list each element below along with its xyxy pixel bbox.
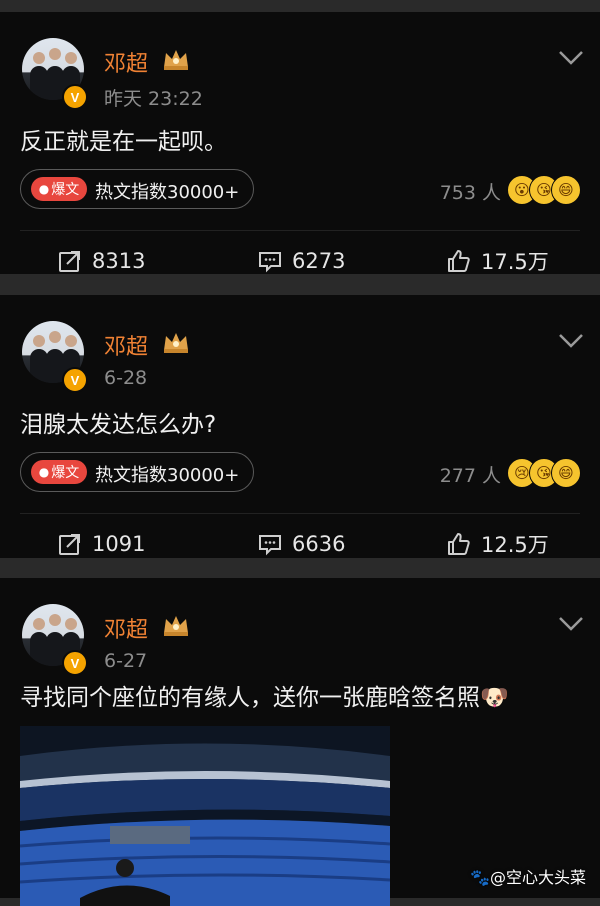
crown-badge-icon <box>164 333 188 353</box>
chevron-down-icon[interactable] <box>558 333 584 349</box>
chevron-down-icon[interactable] <box>558 616 584 632</box>
post-time: 6-28 <box>104 367 148 389</box>
post-image-stadium[interactable] <box>20 726 390 906</box>
thumbs-up-icon <box>448 250 470 272</box>
reaction-emojis[interactable]: 😮 😘 😄 <box>507 175 583 205</box>
verified-badge-icon: V <box>62 84 88 110</box>
repost-icon <box>59 534 80 555</box>
reaction-count[interactable]: 277 人 <box>440 461 501 488</box>
watermark: 🐾@空心大头菜 <box>470 868 586 887</box>
stadium-illustration <box>20 726 390 906</box>
repost-button[interactable]: 8313 <box>58 248 145 274</box>
post-content: 反正就是在一起呗。 <box>20 129 227 155</box>
doge-emoji-icon: 🐶 <box>480 685 509 711</box>
like-button[interactable]: 17.5万 <box>447 248 549 274</box>
verified-badge-icon: V <box>62 650 88 676</box>
hot-badge: ● 爆文 <box>31 460 87 484</box>
repost-count: 1091 <box>92 532 146 556</box>
post-time: 6-27 <box>104 650 148 672</box>
repost-button[interactable]: 1091 <box>58 531 145 557</box>
reaction-emojis[interactable]: 😢 😘 😄 <box>507 458 583 488</box>
flame-icon: ● <box>38 182 50 196</box>
author-name[interactable]: 邓超 <box>104 612 148 644</box>
divider <box>20 230 580 231</box>
author-name[interactable]: 邓超 <box>104 329 148 361</box>
comment-count: 6273 <box>292 249 346 273</box>
author-name[interactable]: 邓超 <box>104 46 148 78</box>
repost-icon <box>59 251 80 272</box>
post-text: 寻找同个座位的有缘人，送你一张鹿晗签名照 <box>20 685 480 711</box>
hot-article-tag[interactable]: ● 爆文 热文指数30000+ <box>20 169 254 209</box>
crown-badge-icon <box>164 616 188 636</box>
like-count: 12.5万 <box>481 533 549 557</box>
comment-button[interactable]: 6273 <box>258 248 345 274</box>
comment-count: 6636 <box>292 532 346 556</box>
like-button[interactable]: 12.5万 <box>447 531 549 557</box>
hot-index-label: 热文指数30000+ <box>95 182 240 203</box>
comment-button[interactable]: 6636 <box>258 531 345 557</box>
post-content: 泪腺太发达怎么办? <box>20 412 217 438</box>
flame-icon: ● <box>38 465 50 479</box>
grin-emoji-icon: 😄 <box>551 458 581 488</box>
repost-count: 8313 <box>92 249 146 273</box>
hot-article-tag[interactable]: ● 爆文 热文指数30000+ <box>20 452 254 492</box>
post-time: 昨天 23:22 <box>104 88 203 110</box>
divider <box>20 513 580 514</box>
post-content: 寻找同个座位的有缘人，送你一张鹿晗签名照🐶 <box>20 678 509 712</box>
post-3: V 邓超 6-27 寻找同个座位的有缘人，送你一张鹿晗签名照🐶 🐾@空心大头菜 <box>0 578 600 906</box>
like-count: 17.5万 <box>481 250 549 274</box>
grin-emoji-icon: 😄 <box>551 175 581 205</box>
hot-badge: ● 爆文 <box>31 177 87 201</box>
hot-index-label: 热文指数30000+ <box>95 465 240 486</box>
thumbs-up-icon <box>448 533 470 555</box>
chevron-down-icon[interactable] <box>558 50 584 66</box>
reaction-count[interactable]: 753 人 <box>440 178 501 205</box>
crown-badge-icon <box>164 50 188 70</box>
comment-icon <box>259 252 281 273</box>
verified-badge-icon: V <box>62 367 88 393</box>
post-1: V 邓超 昨天 23:22 反正就是在一起呗。 ● 爆文 热文指数30000+ 7… <box>0 12 600 274</box>
comment-icon <box>259 535 281 556</box>
post-2: V 邓超 6-28 泪腺太发达怎么办? ● 爆文 热文指数30000+ 277 人… <box>0 295 600 558</box>
